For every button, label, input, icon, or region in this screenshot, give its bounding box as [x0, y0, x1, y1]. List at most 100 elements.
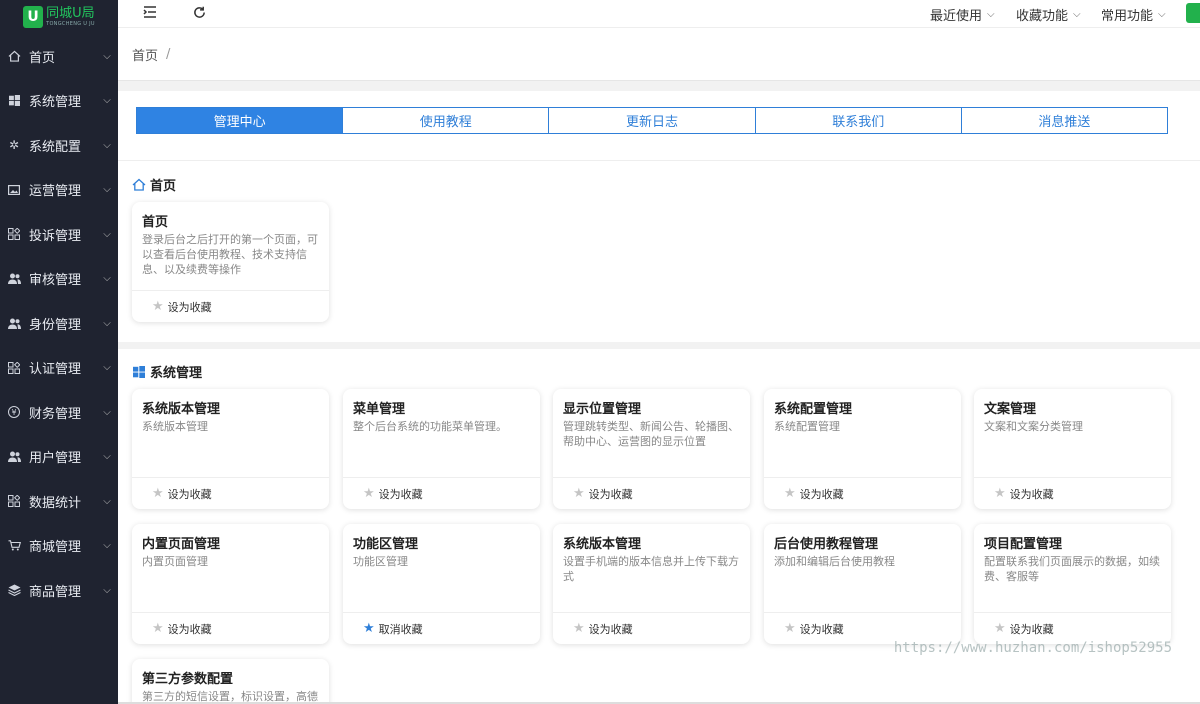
top-bar: 最近使用 ⌵ 收藏功能 ⌵ 常用功能 ⌵: [118, 0, 1200, 27]
watermark: https://www.huzhan.com/ishop52955: [893, 640, 1172, 656]
sidebar-item-12[interactable]: 商品管理 ⌵: [0, 568, 118, 613]
star-icon: ★: [152, 299, 164, 314]
chevron-down-icon: ⌵: [103, 95, 111, 107]
sidebar-item-label: 数据统计: [29, 495, 82, 511]
favorite-label: 设为收藏: [799, 622, 844, 636]
unfavorite-button[interactable]: ★ 取消收藏: [343, 612, 540, 644]
chevron-down-icon: ⌵: [987, 9, 995, 20]
favorite-button[interactable]: ★ 设为收藏: [553, 612, 750, 644]
cart-icon: [7, 539, 21, 553]
sidebar-item-5[interactable]: 审核管理 ⌵: [0, 257, 118, 302]
card-title: 系统版本管理: [563, 537, 642, 552]
section-gap: [118, 342, 1200, 349]
function-card[interactable]: 显示位置管理 管理跳转类型、新闻公告、轮播图、帮助中心、运营图的显示位置 ★ 设为收藏: [553, 389, 750, 509]
sidebar-item-label: 用户管理: [29, 451, 82, 467]
sidebar-item-label: 投诉管理: [29, 228, 82, 244]
recent-menu[interactable]: 最近使用 ⌵: [930, 5, 995, 24]
refresh-icon[interactable]: [191, 4, 207, 20]
favorite-button[interactable]: ★ 设为收藏: [132, 290, 329, 322]
tab-admin-center[interactable]: 管理中心: [136, 107, 344, 134]
card-title: 功能区管理: [353, 537, 419, 552]
chevron-down-icon: ⌵: [103, 317, 111, 329]
sidebar-item-label: 首页: [29, 50, 56, 66]
favorite-label: 设为收藏: [167, 300, 212, 314]
sidebar-item-11[interactable]: 商城管理 ⌵: [0, 524, 118, 569]
favorite-button[interactable]: ★ 设为收藏: [132, 477, 329, 509]
tab-changelog[interactable]: 更新日志: [548, 107, 756, 134]
sidebar-item-label: 认证管理: [29, 362, 82, 378]
users-icon: [7, 450, 21, 464]
sidebar-item-3[interactable]: 运营管理 ⌵: [0, 168, 118, 213]
sidebar-item-label: 商品管理: [29, 584, 82, 600]
star-icon: ★: [363, 621, 375, 636]
favorite-label: 设为收藏: [167, 622, 212, 636]
collapse-menu-icon[interactable]: [142, 4, 158, 20]
tab-push[interactable]: 消息推送: [960, 107, 1169, 134]
star-icon: ★: [573, 486, 585, 501]
favorite-button[interactable]: ★ 设为收藏: [974, 477, 1171, 509]
sidebar-item-2[interactable]: ✲ 系统配置 ⌵: [0, 123, 118, 168]
favorite-label: 设为收藏: [378, 487, 423, 501]
favorite-label: 设为收藏: [1009, 622, 1054, 636]
favorite-label: 设为收藏: [799, 487, 844, 501]
chevron-down-icon: ⌵: [1073, 9, 1081, 20]
layers-icon: [7, 583, 21, 597]
card-title: 内置页面管理: [142, 537, 221, 552]
function-card[interactable]: 首页 登录后台之后打开的第一个页面，可以查看后台使用教程、技术支持信息、以及续费等…: [132, 202, 329, 322]
apps-icon: [7, 361, 21, 375]
favorite-button[interactable]: ★ 设为收藏: [764, 477, 961, 509]
common-menu[interactable]: 常用功能 ⌵: [1101, 5, 1166, 24]
favorite-label: 设为收藏: [588, 487, 633, 501]
breadcrumb: 首页 /: [118, 27, 1200, 81]
sidebar-item-0[interactable]: 首页 ⌵: [0, 34, 118, 79]
function-card[interactable]: 菜单管理整个后台系统的功能菜单管理。 ★ 设为收藏: [343, 389, 540, 509]
sidebar-item-label: 系统配置: [29, 139, 82, 155]
sidebar-item-label: 财务管理: [29, 406, 82, 422]
function-card[interactable]: 功能区管理 功能区管理 ★ 取消收藏: [343, 524, 540, 644]
sidebar-item-label: 系统管理: [29, 95, 82, 111]
favorite-label: 设为收藏: [1009, 487, 1054, 501]
image-icon: [7, 183, 21, 197]
function-card[interactable]: 项目配置管理 配置联系我们页面展示的数据，如续费、客服等 ★ 设为收藏: [974, 524, 1171, 644]
avatar[interactable]: [1186, 3, 1200, 23]
sidebar-item-10[interactable]: 数据统计 ⌵: [0, 479, 118, 524]
function-card[interactable]: 后台使用教程管理 添加和编辑后台使用教程 ★ 设为收藏: [764, 524, 961, 644]
card-title: 菜单管理: [353, 402, 406, 417]
favorite-button[interactable]: ★ 设为收藏: [132, 612, 329, 644]
function-card[interactable]: 系统版本管理 系统版本管理 ★ 设为收藏: [132, 389, 329, 509]
chevron-down-icon: ⌵: [103, 139, 111, 151]
favorites-menu[interactable]: 收藏功能 ⌵: [1016, 5, 1081, 24]
sidebar-item-1[interactable]: 系统管理 ⌵: [0, 79, 118, 124]
windows-icon: [132, 365, 146, 379]
star-icon: ★: [152, 486, 164, 501]
tab-contact[interactable]: 联系我们: [754, 107, 962, 134]
card-title: 系统配置管理: [774, 402, 853, 417]
sidebar-item-4[interactable]: 投诉管理 ⌵: [0, 212, 118, 257]
sidebar-item-8[interactable]: ¥ 财务管理 ⌵: [0, 390, 118, 435]
sidebar-item-label: 身份管理: [29, 317, 82, 333]
logo[interactable]: U 同城U局 TONGCHENG U JU: [0, 0, 118, 34]
section-title-home: 首页: [132, 175, 176, 194]
sidebar-item-9[interactable]: 用户管理 ⌵: [0, 435, 118, 480]
card-title: 显示位置管理: [563, 402, 642, 417]
function-card[interactable]: 第三方参数配置 第三方的短信设置，标识设置，高德: [132, 659, 329, 704]
favorite-button[interactable]: ★ 设为收藏: [343, 477, 540, 509]
card-description: 整个后台系统的功能菜单管理。: [353, 420, 507, 433]
function-card[interactable]: 系统配置管理 系统配置管理 ★ 设为收藏: [764, 389, 961, 509]
apps-icon: [7, 494, 21, 508]
chevron-down-icon: ⌵: [103, 406, 111, 418]
function-card[interactable]: 文案管理 文案和文案分类管理 ★ 设为收藏: [974, 389, 1171, 509]
card-description: 系统版本管理: [142, 420, 208, 433]
card-description: 配置联系我们页面展示的数据，如续费、客服等: [984, 555, 1160, 583]
tab-tutorial[interactable]: 使用教程: [342, 107, 550, 134]
function-card[interactable]: 系统版本管理 设置手机端的版本信息并上传下载方式 ★ 设为收藏: [553, 524, 750, 644]
gear-icon: ✲: [8, 138, 20, 153]
favorite-button[interactable]: ★ 设为收藏: [553, 477, 750, 509]
favorite-label: 取消收藏: [378, 622, 423, 636]
logo-mark: U: [23, 6, 44, 28]
function-card[interactable]: 内置页面管理 内置页面管理 ★ 设为收藏: [132, 524, 329, 644]
sidebar-item-6[interactable]: 身份管理 ⌵: [0, 301, 118, 346]
sidebar-item-7[interactable]: 认证管理 ⌵: [0, 346, 118, 391]
card-title: 首页: [142, 215, 169, 230]
breadcrumb-item-home[interactable]: 首页: [132, 45, 158, 64]
